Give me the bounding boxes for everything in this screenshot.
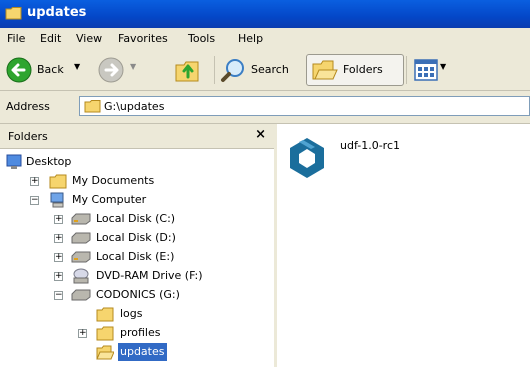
desktop-icon (6, 154, 22, 169)
menu-tools[interactable]: Tools (188, 32, 215, 45)
menu-file[interactable]: File (7, 32, 25, 45)
hard-drive-icon (71, 213, 91, 225)
toolbar: Back ▼ ▼ Search Folders ▼ (0, 50, 530, 91)
hard-drive-icon (71, 289, 91, 301)
tree-label: logs (120, 307, 143, 320)
toolbar-divider (406, 56, 407, 84)
folders-pane: Folders × Desktop + My Documents − My Co… (0, 124, 277, 367)
file-name: udf-1.0-rc1 (340, 139, 400, 152)
tree-label: DVD-RAM Drive (F:) (96, 269, 203, 282)
forward-arrow-icon (98, 57, 124, 83)
back-label: Back (37, 63, 64, 76)
search-icon (221, 59, 244, 82)
hard-drive-icon (71, 251, 91, 263)
views-button[interactable]: ▼ (410, 50, 450, 90)
folders-button[interactable]: Folders (306, 54, 404, 86)
up-folder-button[interactable] (168, 50, 210, 90)
expand-icon[interactable]: + (30, 177, 39, 186)
views-icon (414, 59, 438, 81)
tree-label: CODONICS (G:) (96, 288, 180, 301)
folder-icon (49, 174, 67, 189)
collapse-icon[interactable]: − (30, 196, 39, 205)
menu-edit[interactable]: Edit (40, 32, 61, 45)
close-icon[interactable]: × (255, 127, 266, 142)
folder-icon (5, 7, 22, 20)
expand-icon[interactable]: + (54, 215, 63, 224)
folder-icon (96, 326, 114, 341)
tree-label: Desktop (26, 155, 72, 168)
open-folder-icon (96, 345, 114, 360)
file-item[interactable]: udf-1.0-rc1 (287, 136, 527, 180)
views-dropdown-icon[interactable]: ▼ (440, 62, 446, 71)
file-list: udf-1.0-rc1 (277, 124, 530, 367)
forward-button[interactable]: ▼ (90, 50, 150, 90)
expand-icon[interactable]: + (54, 272, 63, 281)
title-bar: updates (0, 0, 530, 28)
toolbar-divider (214, 56, 215, 84)
address-input[interactable]: G:\updates (79, 96, 530, 116)
back-arrow-icon (6, 57, 32, 83)
package-icon (290, 138, 324, 178)
tree-label: Local Disk (C:) (96, 212, 176, 225)
address-label: Address (6, 100, 50, 113)
tree-label: updates (118, 343, 167, 361)
tree-label: Local Disk (E:) (96, 250, 175, 263)
up-folder-icon (175, 61, 199, 82)
back-dropdown-icon[interactable]: ▼ (74, 62, 80, 71)
search-button[interactable]: Search (218, 50, 302, 90)
folders-pane-title: Folders (8, 130, 48, 143)
back-button[interactable]: Back ▼ (4, 50, 90, 90)
search-label: Search (251, 63, 289, 76)
tree-label: My Documents (72, 174, 155, 187)
forward-dropdown-icon[interactable]: ▼ (130, 62, 136, 71)
tree-label: My Computer (72, 193, 147, 206)
computer-icon (50, 192, 64, 208)
menu-view[interactable]: View (76, 32, 102, 45)
window-title: updates (27, 5, 87, 20)
address-value: G:\updates (104, 100, 165, 113)
folders-label: Folders (343, 63, 383, 76)
menu-favorites[interactable]: Favorites (118, 32, 168, 45)
dvd-drive-icon (73, 268, 89, 284)
hard-drive-icon (71, 232, 91, 244)
tree-label: Local Disk (D:) (96, 231, 176, 244)
menu-bar: File Edit View Favorites Tools Help (0, 28, 530, 51)
folders-pane-header: Folders × (0, 124, 274, 149)
expand-icon[interactable]: + (54, 253, 63, 262)
tree-label: profiles (120, 326, 161, 339)
expand-icon[interactable]: + (78, 329, 87, 338)
folder-icon (96, 307, 114, 322)
collapse-icon[interactable]: − (54, 291, 63, 300)
folder-icon (84, 100, 101, 113)
folders-icon (312, 60, 338, 80)
menu-help[interactable]: Help (238, 32, 263, 45)
address-bar: Address G:\updates (0, 91, 530, 124)
expand-icon[interactable]: + (54, 234, 63, 243)
